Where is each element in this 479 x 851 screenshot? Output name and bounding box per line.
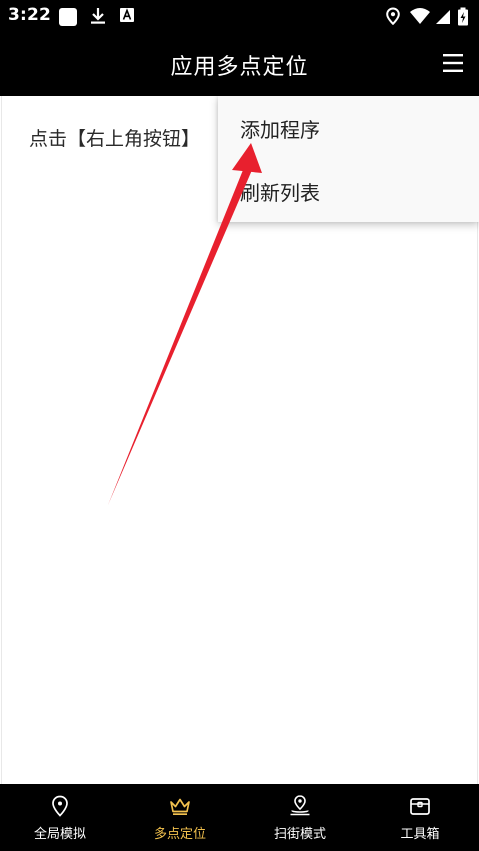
menu-item-add-app[interactable]: 添加程序 [218, 96, 479, 159]
toolbox-icon [408, 794, 432, 818]
app-screen: 3:22 应用多点定位 点击【右上角按钮】 添加程序 刷新列表 全局模拟 多点定… [0, 0, 479, 851]
download-icon [89, 7, 107, 25]
menu-item-label: 添加程序 [240, 118, 320, 142]
nav-item-street-scan[interactable]: 扫街模式 [240, 784, 360, 851]
notification-square-icon [58, 7, 77, 26]
wifi-icon [409, 7, 431, 25]
nav-label: 全局模拟 [33, 827, 86, 842]
bottom-navigation: 全局模拟 多点定位 扫街模式 工具箱 [0, 784, 479, 851]
cell-signal-icon [434, 7, 452, 25]
crown-icon [168, 794, 192, 818]
nav-label: 多点定位 [153, 827, 206, 842]
overflow-menu: 添加程序 刷新列表 [218, 96, 479, 222]
status-time: 3:22 [8, 5, 52, 25]
nav-item-global-sim[interactable]: 全局模拟 [0, 784, 120, 851]
status-bar: 3:22 [0, 0, 479, 32]
menu-item-label: 刷新列表 [240, 181, 320, 205]
nav-label: 扫街模式 [273, 827, 326, 842]
map-pin-pulse-icon [288, 794, 312, 818]
location-pin-outline-icon [48, 794, 72, 818]
location-pin-icon [384, 7, 402, 26]
nav-item-toolbox[interactable]: 工具箱 [360, 784, 479, 851]
battery-charging-icon [457, 7, 469, 26]
nav-item-multi-point[interactable]: 多点定位 [120, 784, 240, 851]
hamburger-menu-icon[interactable] [441, 52, 465, 74]
page-title: 应用多点定位 [170, 55, 309, 80]
nav-label: 工具箱 [400, 827, 440, 842]
instruction-text: 点击【右上角按钮】 [29, 128, 201, 150]
app-bar: 应用多点定位 [0, 32, 479, 96]
menu-item-refresh-list[interactable]: 刷新列表 [218, 159, 479, 222]
font-a-icon [119, 7, 137, 25]
